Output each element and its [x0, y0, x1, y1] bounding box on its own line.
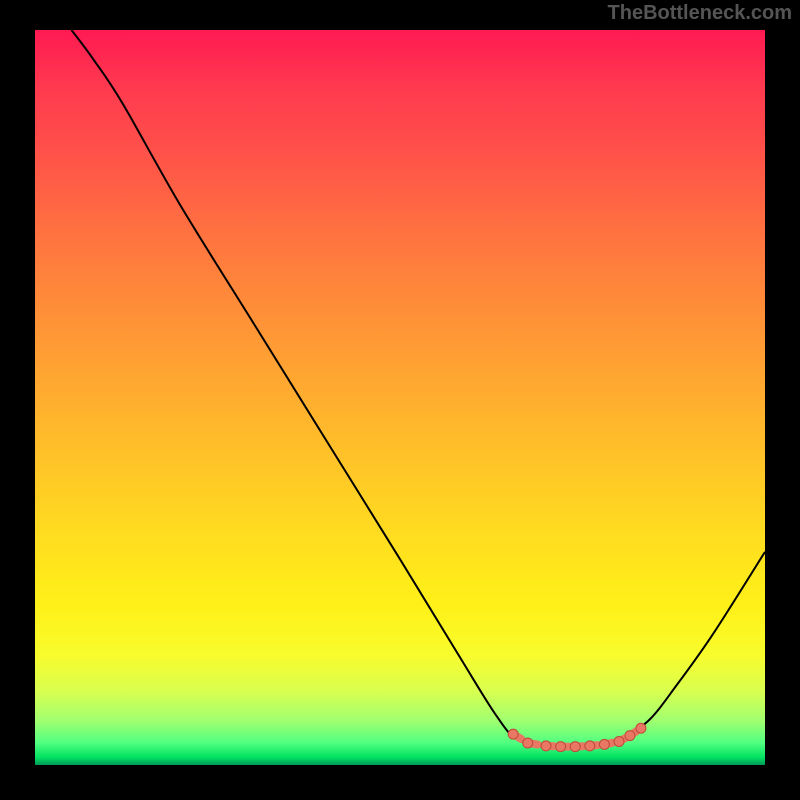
curve-overlay: [35, 30, 765, 765]
marker-dot: [636, 723, 646, 733]
marker-dot: [541, 741, 551, 751]
marker-group: [508, 723, 646, 751]
marker-dot: [625, 731, 635, 741]
marker-dot: [556, 742, 566, 752]
chart-container: TheBottleneck.com: [0, 0, 800, 800]
bottleneck-curve: [72, 30, 766, 748]
marker-dot: [614, 736, 624, 746]
plot-area: [35, 30, 765, 765]
marker-dot: [523, 738, 533, 748]
attribution-label: TheBottleneck.com: [608, 2, 792, 25]
marker-dot: [570, 742, 580, 752]
marker-dot: [585, 741, 595, 751]
marker-dot: [599, 739, 609, 749]
marker-dot: [508, 729, 518, 739]
